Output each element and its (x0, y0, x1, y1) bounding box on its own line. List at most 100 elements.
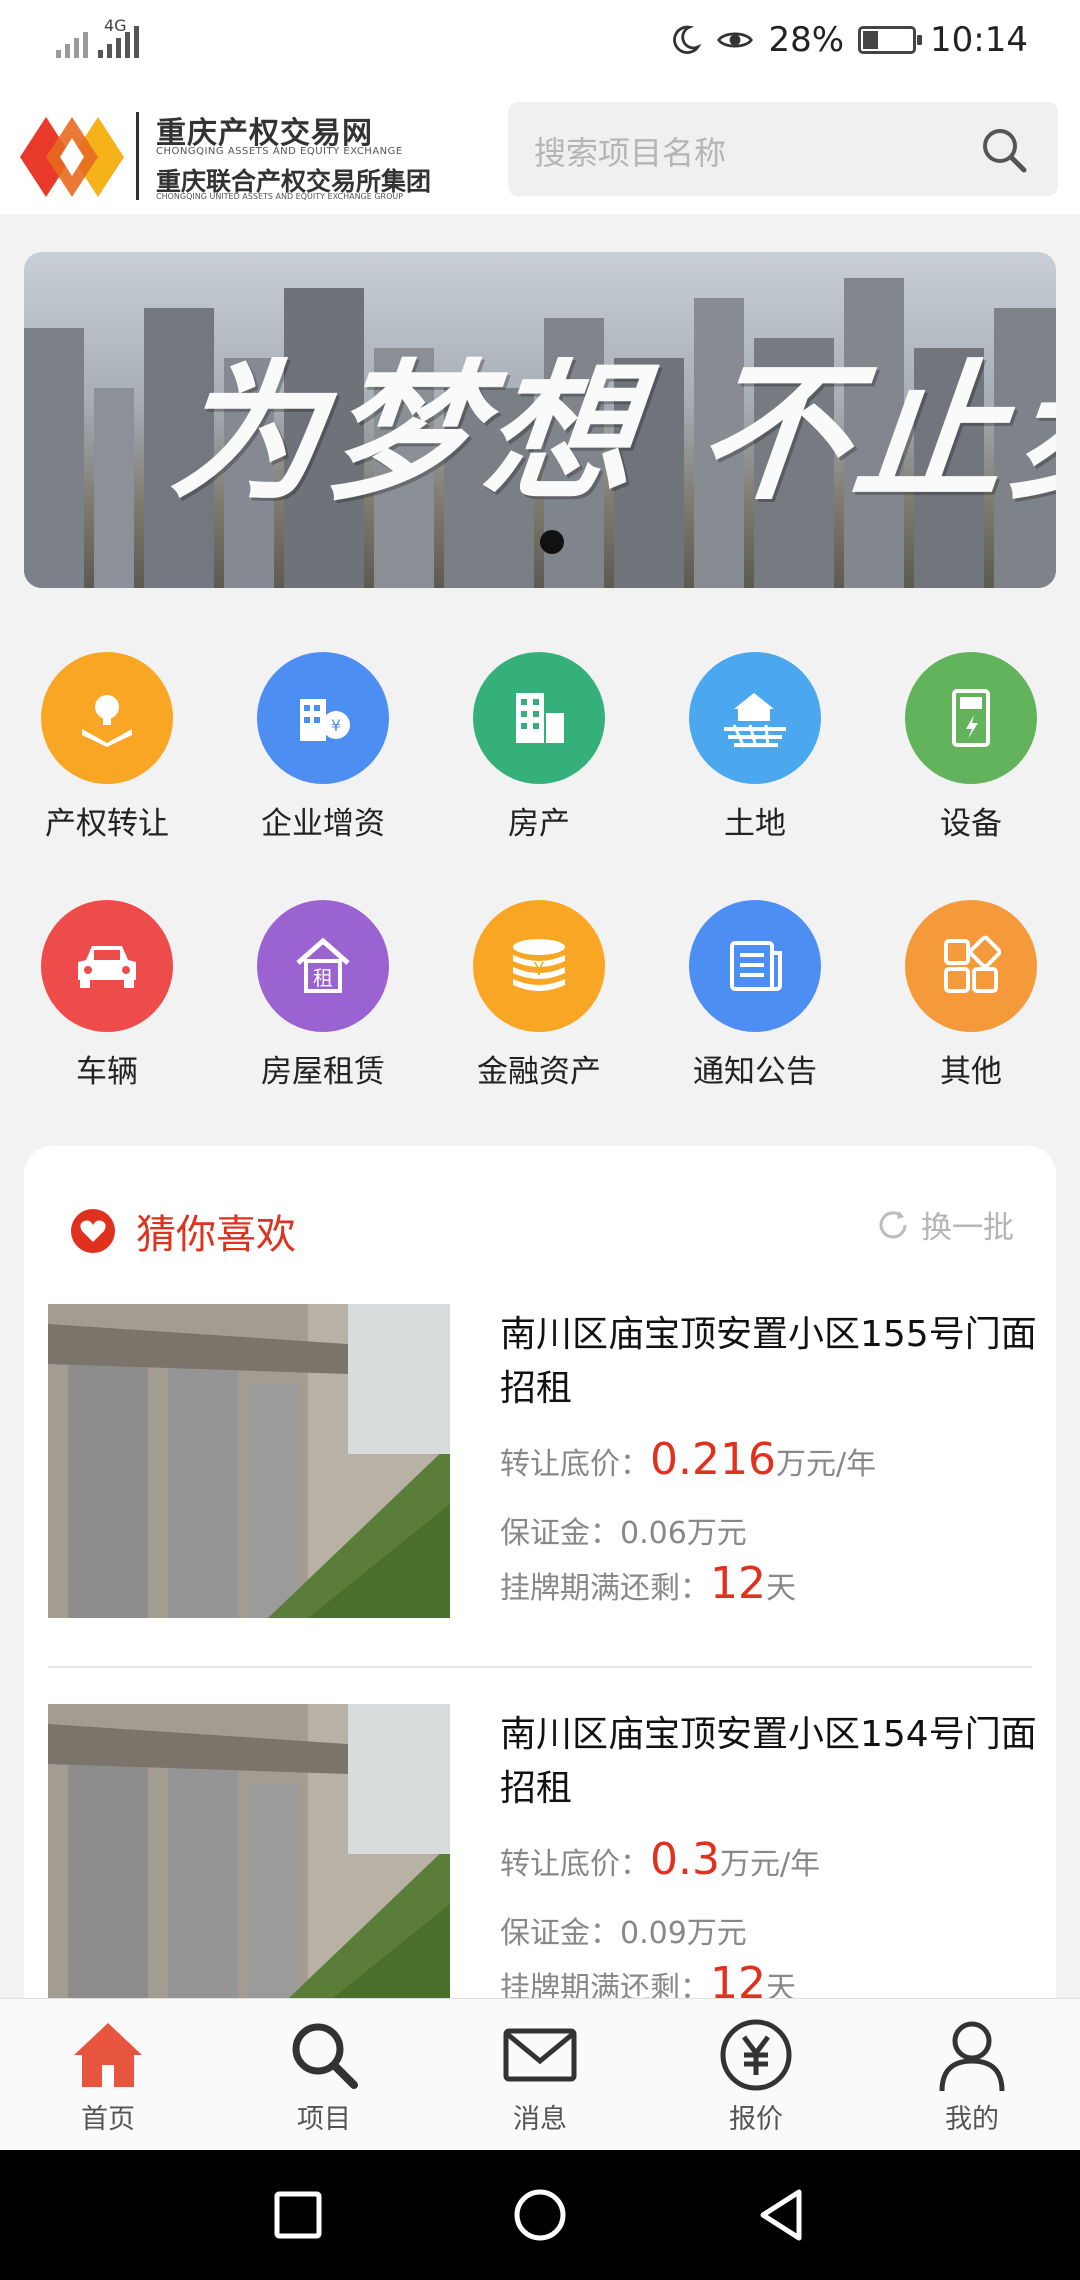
category-house-rent[interactable]: 租 房屋租赁 (243, 900, 403, 1091)
category-vehicle[interactable]: 车辆 (27, 900, 187, 1091)
mail-icon (503, 2028, 577, 2082)
search-icon (292, 2023, 358, 2089)
nav-label: 我的 (945, 2104, 999, 2135)
nav-profile[interactable]: 我的 (892, 2015, 1052, 2136)
nav-projects[interactable]: 项目 (244, 2015, 404, 2136)
category-label: 金融资产 (477, 1054, 601, 1090)
category-label: 企业增资 (261, 806, 385, 842)
signal-indicators: 4G (56, 18, 139, 58)
days-value: 12 (710, 1558, 766, 1609)
category-enterprise-capital[interactable]: ¥ 企业增资 (243, 652, 403, 843)
heart-icon (71, 1209, 115, 1253)
banner-slogan: 为梦想 不止步 (163, 345, 1056, 521)
refresh-label: 换一批 (921, 1210, 1014, 1246)
yen-icon (720, 2019, 792, 2091)
logo-divider (136, 112, 139, 200)
category-label: 房屋租赁 (261, 1054, 385, 1090)
category-notices[interactable]: 通知公告 (675, 900, 835, 1091)
deposit-value: 0.09万元 (620, 1916, 747, 1951)
notice-icon (689, 900, 821, 1032)
list-divider (48, 1666, 1032, 1668)
listing-days-left: 挂牌期满还剩：12天 (500, 1558, 796, 1609)
nav-label: 报价 (729, 2104, 783, 2135)
house-rent-icon: 租 (257, 900, 389, 1032)
user-icon (939, 2021, 1005, 2092)
banner-carousel[interactable]: 为梦想 不止步 (24, 252, 1056, 588)
clock: 10:14 (930, 20, 1028, 60)
logo-group-name-en: CHONGQING UNITED ASSETS AND EQUITY EXCHA… (156, 192, 404, 201)
search-placeholder: 搜索项目名称 (534, 134, 727, 172)
nav-label: 项目 (297, 2104, 351, 2135)
battery-icon (858, 26, 923, 54)
listing-deposit: 保证金：0.09万元 (500, 1908, 747, 1952)
status-bar: 4G 28% 10:14 (0, 0, 1080, 92)
category-row-2: 车辆 租 房屋租赁 ¥ 金融资产 通知公告 其他 (0, 900, 1080, 1100)
svg-text:¥: ¥ (331, 716, 341, 735)
category-label: 车辆 (76, 1054, 138, 1090)
moon-icon (673, 25, 703, 54)
category-label: 房产 (508, 806, 570, 842)
app-header: 重庆产权交易网 CHONGQING ASSETS AND EQUITY EXCH… (0, 92, 1080, 214)
eye-comfort-icon (717, 32, 754, 48)
deposit-label: 保证金： (500, 1916, 620, 1951)
price-value: 0.216 (650, 1434, 776, 1485)
listing-price: 转让底价：0.3万元/年 (500, 1834, 820, 1885)
recommend-title: 猜你喜欢 (136, 1212, 296, 1258)
signal-icon-sim1 (56, 22, 88, 58)
listing-price: 转让底价：0.216万元/年 (500, 1434, 876, 1485)
nav-messages[interactable]: 消息 (460, 2015, 620, 2136)
category-real-estate[interactable]: 房产 (459, 652, 619, 843)
category-label: 其他 (940, 1054, 1002, 1090)
price-label: 转让底价： (500, 1447, 650, 1482)
equipment-icon (905, 652, 1037, 784)
lightbulb-hand-icon (41, 652, 173, 784)
svg-text:¥: ¥ (533, 959, 544, 980)
apartment-icon (473, 652, 605, 784)
listing-photo (48, 1704, 450, 2018)
nav-label: 首页 (81, 2104, 135, 2135)
category-equipment[interactable]: 设备 (891, 652, 1051, 843)
price-unit: 万元/年 (719, 1847, 821, 1882)
category-label: 设备 (940, 806, 1002, 842)
home-circle-icon[interactable] (507, 2182, 573, 2248)
logo-mark-icon (20, 117, 124, 197)
recommend-header: 猜你喜欢 (70, 1202, 296, 1260)
bottom-navigation: 首页 项目 消息 报价 我的 (0, 1998, 1080, 2150)
land-icon (689, 652, 821, 784)
days-unit: 天 (766, 1571, 796, 1606)
category-land[interactable]: 土地 (675, 652, 835, 843)
svg-text:租: 租 (313, 966, 333, 990)
nav-quotes[interactable]: 报价 (676, 2015, 836, 2136)
car-icon (41, 900, 173, 1032)
category-other[interactable]: 其他 (891, 900, 1051, 1091)
refresh-icon (879, 1210, 907, 1238)
price-label: 转让底价： (500, 1847, 650, 1882)
listing-title: 南川区庙宝顶安置小区154号门面招租 (500, 1714, 1037, 1809)
search-input[interactable]: 搜索项目名称 (508, 102, 1058, 196)
system-navigation-bar (0, 2150, 1080, 2280)
logo[interactable]: 重庆产权交易网 CHONGQING ASSETS AND EQUITY EXCH… (20, 102, 440, 202)
category-label: 土地 (724, 806, 786, 842)
carousel-indicator (540, 530, 564, 554)
recent-apps-icon[interactable] (265, 2182, 331, 2248)
listing-title: 南川区庙宝顶安置小区155号门面招租 (500, 1314, 1037, 1409)
category-property-transfer[interactable]: 产权转让 (27, 652, 187, 843)
category-label: 通知公告 (693, 1054, 817, 1090)
price-unit: 万元/年 (775, 1447, 877, 1482)
search-icon[interactable] (978, 124, 1030, 176)
nav-home[interactable]: 首页 (28, 2015, 188, 2136)
days-label: 挂牌期满还剩： (500, 1571, 710, 1606)
category-row-1: 产权转让 ¥ 企业增资 房产 土地 设备 (0, 652, 1080, 852)
price-value: 0.3 (650, 1834, 720, 1885)
refresh-button[interactable]: 换一批 (873, 1202, 1014, 1247)
listing-deposit: 保证金：0.06万元 (500, 1508, 747, 1552)
coins-icon: ¥ (473, 900, 605, 1032)
category-financial-assets[interactable]: ¥ 金融资产 (459, 900, 619, 1091)
back-triangle-icon[interactable] (749, 2182, 815, 2248)
logo-subtitle-en: CHONGQING ASSETS AND EQUITY EXCHANGE (156, 146, 403, 157)
deposit-value: 0.06万元 (620, 1516, 747, 1551)
category-label: 产权转让 (45, 806, 169, 842)
grid-icon (905, 900, 1037, 1032)
network-type: 4G (104, 16, 127, 35)
building-yen-icon: ¥ (257, 652, 389, 784)
